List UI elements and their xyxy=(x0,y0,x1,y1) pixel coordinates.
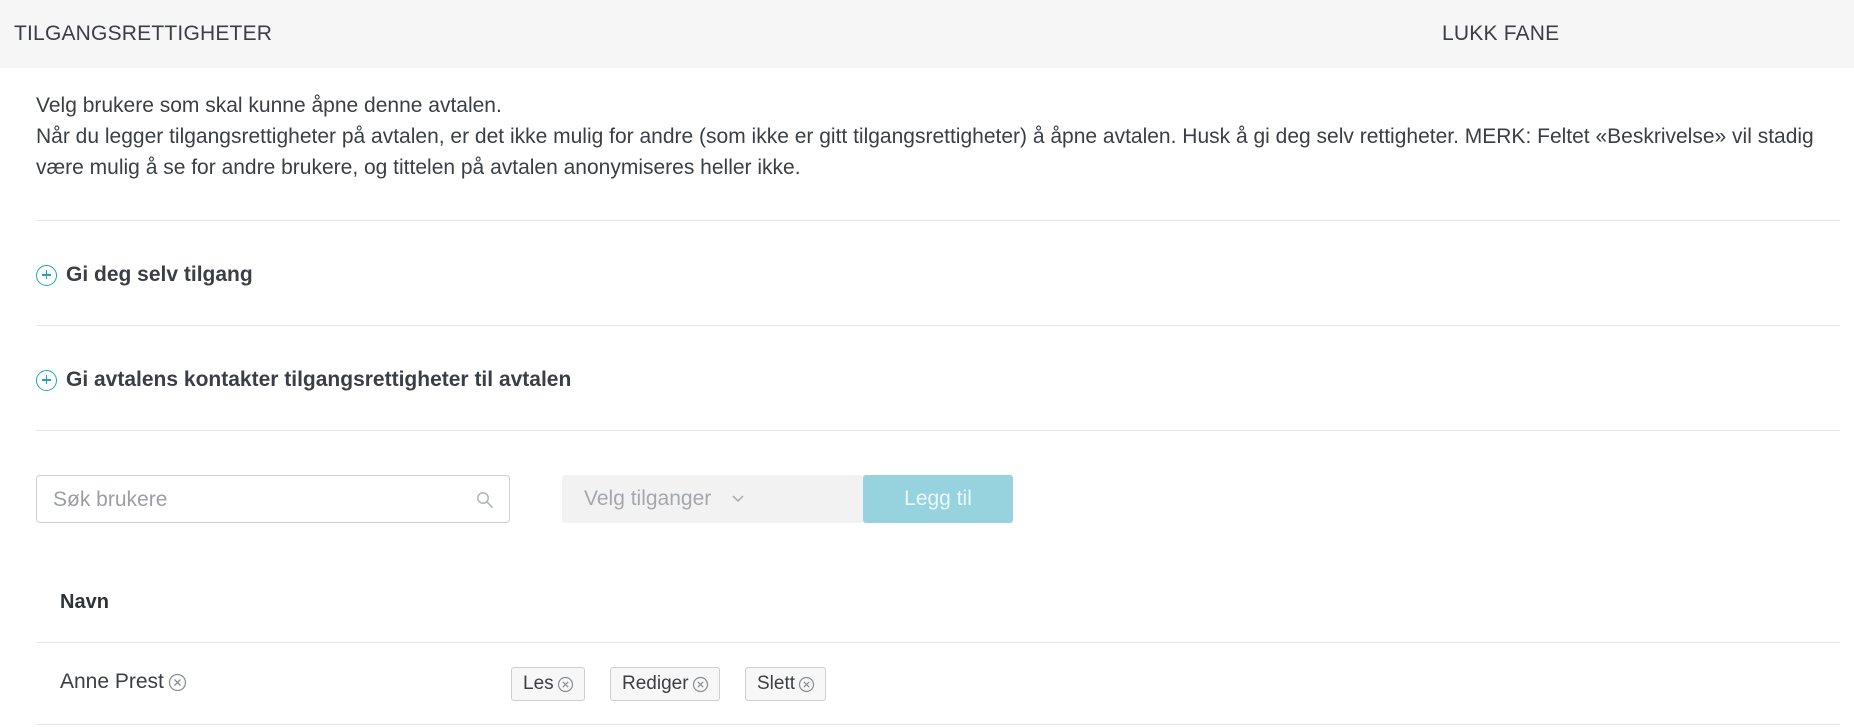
intro-text: Velg brukere som skal kunne åpne denne a… xyxy=(36,90,1836,183)
divider xyxy=(36,220,1840,221)
user-name: Anne Prest xyxy=(60,670,164,693)
permission-tag-read: Les xyxy=(511,667,585,701)
permission-tag-delete: Slett xyxy=(745,667,827,701)
search-input[interactable] xyxy=(53,487,453,513)
search-icon xyxy=(477,492,493,508)
remove-permission-icon[interactable] xyxy=(557,676,574,693)
permission-tag-label: Rediger xyxy=(622,673,689,694)
table-header-name: Navn xyxy=(60,591,109,613)
permission-tag-label: Slett xyxy=(757,673,796,694)
give-contacts-access-label: Gi avtalens kontakter tilgangsrettighete… xyxy=(66,368,572,391)
table-divider xyxy=(36,724,1840,725)
page-title: TILGANGSRETTIGHETER xyxy=(14,22,273,45)
give-contacts-access-toggle[interactable]: Gi avtalens kontakter tilgangsrettighete… xyxy=(36,368,571,392)
remove-permission-icon[interactable] xyxy=(692,676,709,693)
intro-line-1: Velg brukere som skal kunne åpne denne a… xyxy=(36,94,502,117)
table-divider xyxy=(36,642,1840,643)
user-row-name: Anne Prest xyxy=(60,670,187,694)
divider xyxy=(36,325,1840,326)
permission-tag-edit: Rediger xyxy=(610,667,720,701)
search-users-field[interactable] xyxy=(36,475,510,523)
close-tab-button[interactable]: LUKK FANE xyxy=(1442,22,1559,46)
add-button[interactable]: Legg til xyxy=(863,475,1013,523)
tab-header: TILGANGSRETTIGHETER LUKK FANE xyxy=(0,0,1854,68)
give-self-access-label: Gi deg selv tilgang xyxy=(66,263,253,286)
divider xyxy=(36,430,1840,431)
permissions-select-label: Velg tilganger xyxy=(584,487,712,510)
plus-circle-icon xyxy=(36,264,57,286)
plus-circle-icon xyxy=(36,369,57,391)
remove-user-icon[interactable] xyxy=(168,673,187,692)
give-self-access-toggle[interactable]: Gi deg selv tilgang xyxy=(36,263,253,287)
permission-tag-label: Les xyxy=(523,673,554,694)
remove-permission-icon[interactable] xyxy=(798,676,815,693)
chevron-down-icon xyxy=(732,495,744,503)
permissions-select[interactable]: Velg tilganger xyxy=(562,475,864,523)
intro-line-2: Når du legger tilgangsrettigheter på avt… xyxy=(36,125,1814,179)
